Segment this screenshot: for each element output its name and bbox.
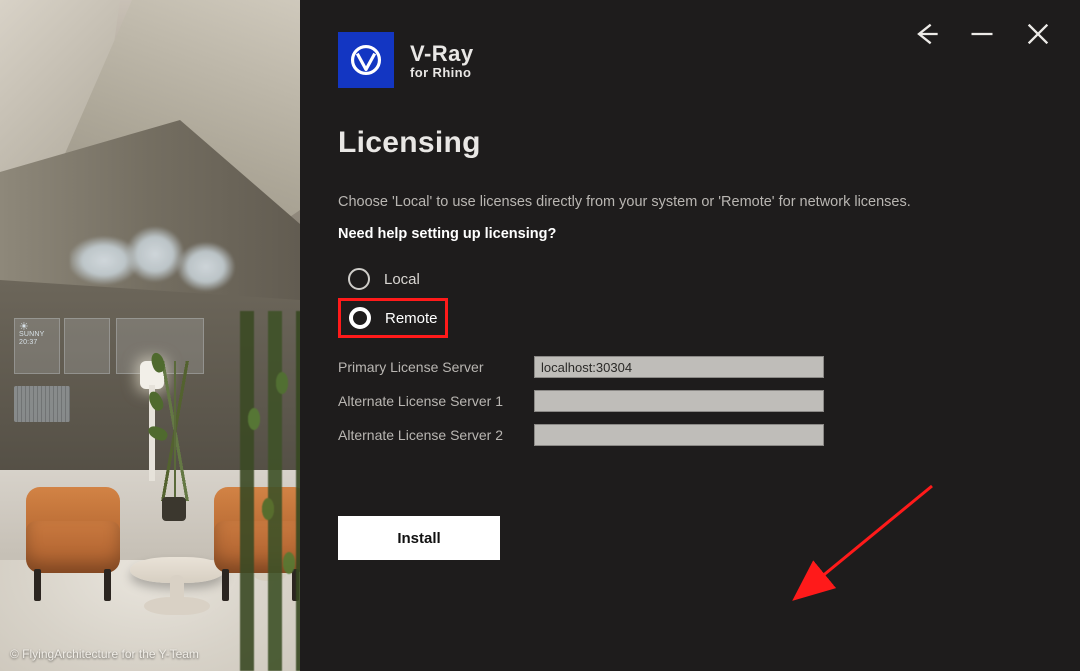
brand-line1: V-Ray xyxy=(410,41,474,67)
option-label: Remote xyxy=(385,310,438,327)
vray-logo-icon xyxy=(347,41,385,79)
arrow-left-icon xyxy=(912,20,940,48)
help-link[interactable]: Need help setting up licensing? xyxy=(338,226,1040,242)
sidebar-render: SUNNY 20:37 © FlyingArchitecture for the… xyxy=(0,0,300,671)
install-button[interactable]: Install xyxy=(338,516,500,560)
option-remote[interactable]: Remote xyxy=(338,298,448,338)
world-map-projection xyxy=(70,220,240,310)
close-icon xyxy=(1024,20,1052,48)
page-title: Licensing xyxy=(338,126,1040,160)
primary-server-input[interactable] xyxy=(534,356,824,378)
annotation-arrow xyxy=(810,478,940,588)
radio-icon xyxy=(349,307,371,329)
field-label: Alternate License Server 2 xyxy=(338,427,522,443)
field-row: Primary License Server xyxy=(338,356,1040,378)
page-description: Choose 'Local' to use licenses directly … xyxy=(338,194,1040,210)
plant xyxy=(140,371,210,521)
titlebar-controls xyxy=(912,20,1052,48)
minimize-button[interactable] xyxy=(968,20,996,48)
field-label: Primary License Server xyxy=(338,359,522,375)
keyboard-prop xyxy=(14,386,70,422)
close-button[interactable] xyxy=(1024,20,1052,48)
option-label: Local xyxy=(384,271,420,288)
hud-panel xyxy=(64,318,110,374)
indoor-tree xyxy=(240,311,300,671)
field-label: Alternate License Server 1 xyxy=(338,393,522,409)
hud-time: 20:37 xyxy=(19,339,55,347)
minimize-icon xyxy=(968,20,996,48)
alt-server-2-input[interactable] xyxy=(534,424,824,446)
option-local[interactable]: Local xyxy=(338,260,448,298)
armchair xyxy=(18,481,128,601)
back-button[interactable] xyxy=(912,20,940,48)
hud-weather-label: SUNNY xyxy=(19,331,55,339)
alt-server-1-input[interactable] xyxy=(534,390,824,412)
main-panel: V-Ray for Rhino Licensing Choose 'Local'… xyxy=(300,0,1080,671)
server-fields: Primary License Server Alternate License… xyxy=(338,356,1040,446)
brand-mark xyxy=(338,32,394,88)
field-row: Alternate License Server 2 xyxy=(338,424,1040,446)
installer-window: SUNNY 20:37 © FlyingArchitecture for the… xyxy=(0,0,1080,671)
sidebar-credit: © FlyingArchitecture for the Y-Team xyxy=(10,647,199,661)
radio-icon xyxy=(348,268,370,290)
hud-weather: SUNNY 20:37 xyxy=(14,318,60,374)
field-row: Alternate License Server 1 xyxy=(338,390,1040,412)
brand-line2: for Rhino xyxy=(410,65,474,80)
license-options: Local Remote xyxy=(338,260,1040,338)
brand-text: V-Ray for Rhino xyxy=(410,41,474,80)
